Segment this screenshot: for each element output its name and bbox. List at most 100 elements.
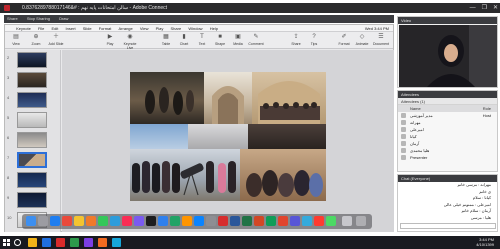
tv-icon[interactable] [146, 216, 156, 226]
acrobat-icon[interactable] [218, 216, 228, 226]
chrome-icon[interactable] [266, 216, 276, 226]
taskbar-clock[interactable]: 3:44 PM 4/10/1399 [476, 237, 494, 247]
pages-icon[interactable] [182, 216, 192, 226]
column-name[interactable]: Name [410, 106, 421, 111]
app-taskbar-icon[interactable] [84, 238, 93, 247]
app-store-icon[interactable] [194, 216, 204, 226]
chat-input[interactable] [400, 223, 496, 229]
toolbar-label: Media [233, 42, 243, 46]
menu-keynote[interactable]: Keynote [16, 25, 31, 32]
attendee-row[interactable]: کیانا [398, 133, 497, 140]
menu-edit[interactable]: Edit [52, 25, 59, 32]
toolbar-view-button[interactable]: ▤ View [7, 34, 25, 47]
windows-start-icon[interactable] [3, 239, 10, 246]
toolbar-share-button[interactable]: ⇪ Share [287, 34, 305, 47]
word-icon[interactable] [230, 216, 240, 226]
toolbar-table-button[interactable]: ▦ Table [157, 34, 175, 47]
edge-icon[interactable] [42, 238, 51, 247]
toolbar-animate-button[interactable]: ◇ Animate [353, 34, 371, 47]
menu-view[interactable]: View [140, 25, 149, 32]
app-icon[interactable] [326, 216, 336, 226]
keynote-icon[interactable] [158, 216, 168, 226]
slide-thumbnail[interactable] [17, 192, 47, 208]
toolbar-comment-button[interactable]: ✎ Comment [247, 34, 265, 47]
podcasts-icon[interactable] [134, 216, 144, 226]
slide-thumbnail-selected[interactable] [17, 152, 47, 168]
app-icon[interactable] [302, 216, 312, 226]
tips-icon: ? [312, 34, 316, 40]
mail-icon[interactable] [110, 216, 120, 226]
stop-sharing-button[interactable]: Stop Sharing [27, 16, 50, 21]
messages-icon[interactable] [98, 216, 108, 226]
menu-insert[interactable]: Insert [66, 25, 76, 32]
photos-icon[interactable] [86, 216, 96, 226]
toolbar-media-button[interactable]: ▣ Media [229, 34, 247, 47]
file-explorer-icon[interactable] [28, 238, 37, 247]
attendee-row[interactable]: هلیا محمدی [398, 147, 497, 154]
slide-thumbnail[interactable] [17, 132, 47, 148]
menu-file[interactable]: File [38, 25, 44, 32]
draw-button[interactable]: Draw [59, 16, 68, 21]
toolbar-shape-button[interactable]: ■ Shape [211, 34, 229, 47]
close-button[interactable]: ✕ [493, 3, 498, 13]
calendar-icon[interactable] [62, 216, 72, 226]
app-icon[interactable] [290, 216, 300, 226]
slide-thumbnail[interactable] [17, 52, 47, 68]
menu-help[interactable]: Help [210, 25, 218, 32]
view-icon: ▤ [13, 34, 19, 40]
attendee-row[interactable]: مدیر آموزشی Host [398, 112, 497, 119]
slide-number: 5 [7, 115, 10, 120]
safari-icon[interactable] [50, 216, 60, 226]
toolbar-zoom-button[interactable]: ⊕ Zoom [27, 34, 45, 47]
toolbar-text-button[interactable]: T Text [193, 34, 211, 47]
maximize-button[interactable]: ❐ [482, 3, 487, 13]
attendee-row[interactable]: امیرعلی [398, 126, 497, 133]
powerpoint-icon[interactable] [254, 216, 264, 226]
settings-icon[interactable] [206, 216, 216, 226]
toolbar-play-button[interactable]: ▶ Play [101, 34, 119, 47]
slide-thumbnail[interactable] [17, 112, 47, 128]
launchpad-icon[interactable] [38, 216, 48, 226]
downloads-icon[interactable] [342, 216, 352, 226]
attendee-row[interactable]: Presenter [398, 154, 497, 161]
excel-icon[interactable] [242, 216, 252, 226]
menu-arrange[interactable]: Arrange [119, 25, 133, 32]
attendee-row[interactable]: آرمان [398, 140, 497, 147]
app-taskbar-icon[interactable] [112, 238, 121, 247]
app-icon[interactable] [278, 216, 288, 226]
menu-share[interactable]: Share [171, 25, 182, 32]
toolbar-add-slide-button[interactable]: ＋ Add Slide [47, 34, 65, 47]
slide-number: 4 [7, 95, 10, 100]
menu-play[interactable]: Play [156, 25, 164, 32]
toolbar-label: Share [291, 42, 301, 46]
toolbar-document-button[interactable]: ☰ Document [372, 34, 390, 47]
finder-icon[interactable] [26, 216, 36, 226]
menu-window[interactable]: Window [188, 25, 202, 32]
app-taskbar-icon[interactable] [70, 238, 79, 247]
slide-thumbnail[interactable] [17, 172, 47, 188]
share-menu[interactable]: Share [7, 16, 18, 21]
current-slide[interactable] [130, 72, 326, 201]
menu-format[interactable]: Format [99, 25, 112, 32]
slide-thumbnail[interactable] [17, 72, 47, 88]
toolbar-keynote-live-button[interactable]: ◉ Keynote Live [121, 34, 139, 50]
share-icon: ⇪ [293, 34, 299, 40]
numbers-icon[interactable] [170, 216, 180, 226]
toolbar-tips-button[interactable]: ? Tips [305, 34, 323, 47]
minimize-button[interactable]: — [470, 3, 476, 13]
notes-icon[interactable] [74, 216, 84, 226]
slide-thumbnail[interactable] [17, 92, 47, 108]
menu-slide[interactable]: Slide [83, 25, 92, 32]
column-role[interactable]: Role [483, 105, 491, 112]
toolbar-format-button[interactable]: ✐ Format [335, 34, 353, 47]
trash-icon[interactable] [356, 216, 366, 226]
music-icon[interactable] [122, 216, 132, 226]
slide-number: 2 [7, 55, 10, 60]
app-icon[interactable] [314, 216, 324, 226]
toolbar-chart-button[interactable]: ▮ Chart [175, 34, 193, 47]
zoom-icon: ⊕ [33, 34, 39, 40]
search-icon[interactable] [14, 239, 21, 246]
app-taskbar-icon[interactable] [98, 238, 107, 247]
adobe-connect-taskbar-icon[interactable] [56, 238, 65, 247]
attendee-row[interactable]: مهرانه [398, 119, 497, 126]
